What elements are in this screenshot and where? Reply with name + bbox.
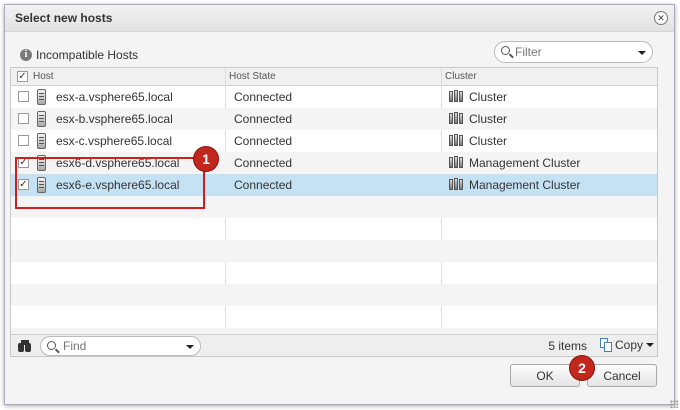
cluster-name: Management Cluster xyxy=(469,156,581,170)
copy-icon xyxy=(599,338,612,352)
resize-grip-icon[interactable] xyxy=(670,400,678,408)
cluster-name: Cluster xyxy=(469,112,508,126)
incompatible-hosts-link[interactable]: i Incompatible Hosts xyxy=(20,47,138,63)
host-name: esx-b.vsphere65.local xyxy=(56,112,173,126)
cluster-icon xyxy=(449,112,463,125)
host-state: Connected xyxy=(234,178,293,192)
cluster-icon xyxy=(449,134,463,147)
host-icon xyxy=(37,89,46,105)
row-checkbox[interactable] xyxy=(18,91,29,102)
dialog-titlebar: Select new hosts ✕ xyxy=(5,5,674,32)
callout-badge-2: 2 xyxy=(570,356,594,380)
empty-table-row xyxy=(11,262,657,284)
table-row[interactable]: esx-a.vsphere65.local Connected Cluster xyxy=(11,86,657,108)
close-icon[interactable]: ✕ xyxy=(654,11,668,25)
find-box[interactable] xyxy=(40,336,201,356)
table-header: ✓ Host Host State Cluster xyxy=(11,68,657,86)
search-icon xyxy=(501,46,510,55)
cluster-icon xyxy=(449,178,463,191)
table-footer: 5 items Copy xyxy=(11,334,657,356)
empty-table-row xyxy=(11,306,657,328)
item-count: 5 items xyxy=(548,339,587,353)
column-header-cluster[interactable]: Cluster xyxy=(445,68,477,86)
cluster-name: Cluster xyxy=(469,134,508,148)
cluster-icon xyxy=(449,156,463,169)
column-header-host-state[interactable]: Host State xyxy=(229,68,276,86)
host-state: Connected xyxy=(234,112,293,126)
hosts-table: ✓ Host Host State Cluster esx-a.vsphere6… xyxy=(10,67,658,357)
host-state: Connected xyxy=(234,156,293,170)
host-icon xyxy=(37,133,46,149)
copy-label: Copy xyxy=(614,338,643,352)
cluster-name: Management Cluster xyxy=(469,178,581,192)
host-state: Connected xyxy=(234,90,293,104)
incompatible-hosts-label: Incompatible Hosts xyxy=(36,48,139,62)
find-input[interactable] xyxy=(63,338,173,354)
select-all-checkbox[interactable]: ✓ xyxy=(17,71,28,82)
callout-badge-1: 1 xyxy=(194,147,218,171)
filter-input[interactable] xyxy=(515,44,630,60)
row-checkbox[interactable] xyxy=(18,135,29,146)
empty-table-row xyxy=(11,284,657,306)
copy-button[interactable]: Copy xyxy=(599,336,654,354)
chevron-down-icon[interactable] xyxy=(186,345,194,349)
table-row[interactable]: esx-b.vsphere65.local Connected Cluster xyxy=(11,108,657,130)
host-name: esx-a.vsphere65.local xyxy=(56,90,173,104)
empty-table-row xyxy=(11,240,657,262)
highlight-box xyxy=(15,157,205,209)
binoculars-icon[interactable] xyxy=(18,340,32,352)
filter-box[interactable] xyxy=(494,41,653,63)
chevron-down-icon[interactable] xyxy=(638,51,646,55)
dialog-title: Select new hosts xyxy=(15,11,113,25)
search-icon xyxy=(47,341,56,350)
row-checkbox[interactable] xyxy=(18,113,29,124)
host-name: esx-c.vsphere65.local xyxy=(56,134,173,148)
column-header-host[interactable]: Host xyxy=(33,68,54,86)
chevron-down-icon xyxy=(646,343,654,347)
table-row[interactable]: esx-c.vsphere65.local Connected Cluster xyxy=(11,130,657,152)
info-icon: i xyxy=(20,49,32,61)
host-icon xyxy=(37,111,46,127)
cancel-button[interactable]: Cancel xyxy=(587,364,657,387)
cluster-icon xyxy=(449,90,463,103)
cluster-name: Cluster xyxy=(469,90,508,104)
empty-table-row xyxy=(11,218,657,240)
host-state: Connected xyxy=(234,134,293,148)
